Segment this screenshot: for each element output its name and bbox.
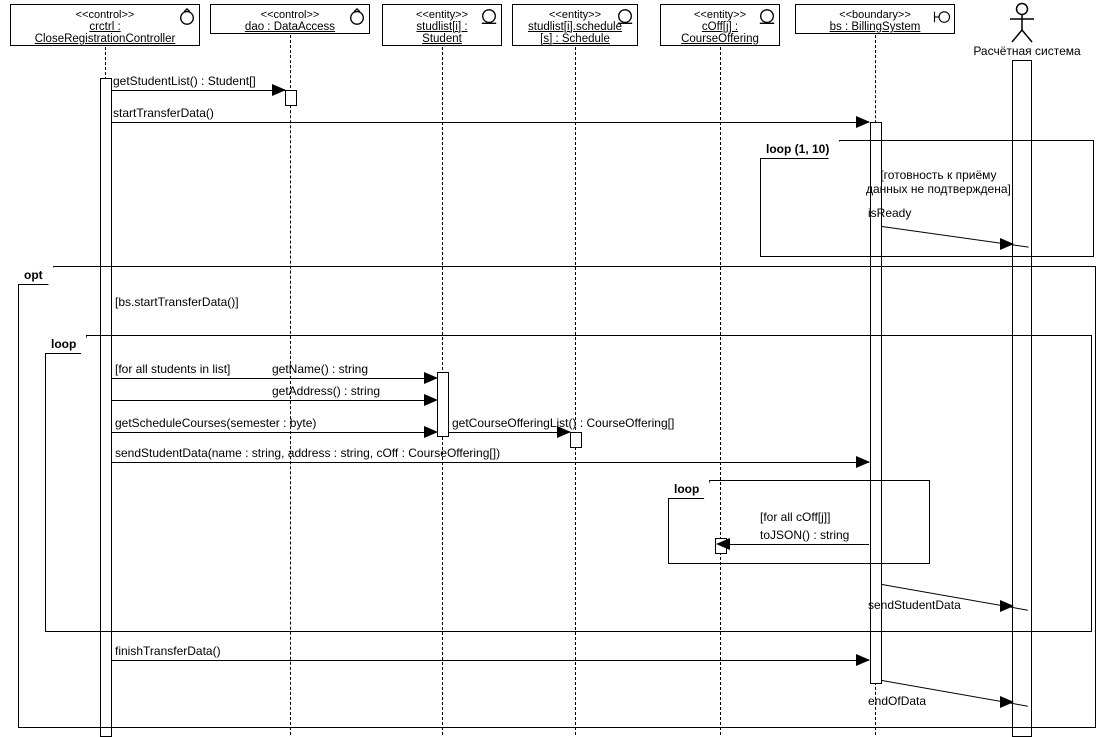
frame-label: loop [668,480,710,499]
message-label: sendStudentData [868,598,961,612]
guard-loop3: [for all cOff[j]] [760,510,830,524]
frame-label: loop [45,335,87,354]
message-getaddress [111,400,436,401]
message-label: endOfData [868,694,926,708]
activation-dao-1 [285,90,297,106]
message-label: isReady [868,206,911,220]
object-label: studlist[i].schedule [s] : Schedule [519,21,631,45]
participant-bs: <<boundary>> bs : BillingSystem [795,4,955,34]
participant-student: <<entity>> studlist[i] : Student [382,4,502,46]
entity-icon [758,8,776,26]
entity-icon [480,8,498,26]
boundary-icon [933,8,951,26]
message-finishtransferdata [111,660,869,661]
arrowhead [856,654,870,666]
message-label: startTransferData() [113,106,214,120]
participant-schedule: <<entity>> studlist[i].schedule [s] : Sc… [512,4,638,46]
message-starttransferdata [111,122,869,123]
actor-icon [1007,2,1037,44]
participant-crctrl: <<control>> crctrl : CloseRegistrationCo… [10,4,200,46]
arrowhead [1000,696,1014,708]
message-tojson [727,544,869,545]
object-label: dao : DataAccess [217,21,363,33]
object-label: crctrl : CloseRegistrationController [17,21,193,45]
message-label: sendStudentData(name : string, address :… [115,446,500,460]
arrowhead [1000,600,1014,612]
entity-icon [616,8,634,26]
control-icon [178,8,196,26]
control-icon [348,8,366,26]
message-label: getAddress() : string [272,384,380,398]
arrowhead [272,84,286,96]
participant-coff: <<entity>> cOff[j] : CourseOffering [660,4,780,46]
arrowhead [856,456,870,468]
object-label: bs : BillingSystem [802,21,948,33]
message-getcourseofferinglist [449,432,569,433]
stereotype: <<control>> [17,9,193,21]
guard-loop2: [for all students in list] [115,362,230,376]
message-getschedulecourses [111,432,436,433]
arrowhead [424,372,438,384]
message-label: getCourseOfferingList() : CourseOffering… [452,416,674,430]
message-label: getName() : string [272,362,368,376]
arrowhead [716,538,730,550]
frame-loop2: loop [45,335,1092,632]
stereotype: <<control>> [217,9,363,21]
participant-dao: <<control>> dao : DataAccess [210,4,370,34]
arrowhead [424,426,438,438]
stereotype: <<entity>> [519,9,631,21]
message-getstudentlist [111,90,285,91]
stereotype: <<boundary>> [802,9,948,21]
arrowhead [1000,238,1014,250]
arrowhead [856,116,870,128]
frame-label: loop (1, 10) [760,140,840,159]
message-label: finishTransferData() [115,644,221,658]
message-label: getScheduleCourses(semester : byte) [115,416,316,430]
message-label: toJSON() : string [760,528,849,542]
message-getname [111,378,436,379]
frame-label: opt [18,266,54,285]
actor-label: Расчётная система [962,44,1092,58]
frame-loop1: loop (1, 10) [760,140,1094,257]
guard-loop1: [готовность к приёму данных не подтвержд… [866,168,1011,196]
arrowhead [424,394,438,406]
message-sendstudentdata-bs [111,462,869,463]
message-label: getStudentList() : Student[] [113,74,256,88]
sequence-diagram: <<control>> crctrl : CloseRegistrationCo… [0,0,1102,735]
guard-opt: [bs.startTransferData()] [115,295,239,309]
